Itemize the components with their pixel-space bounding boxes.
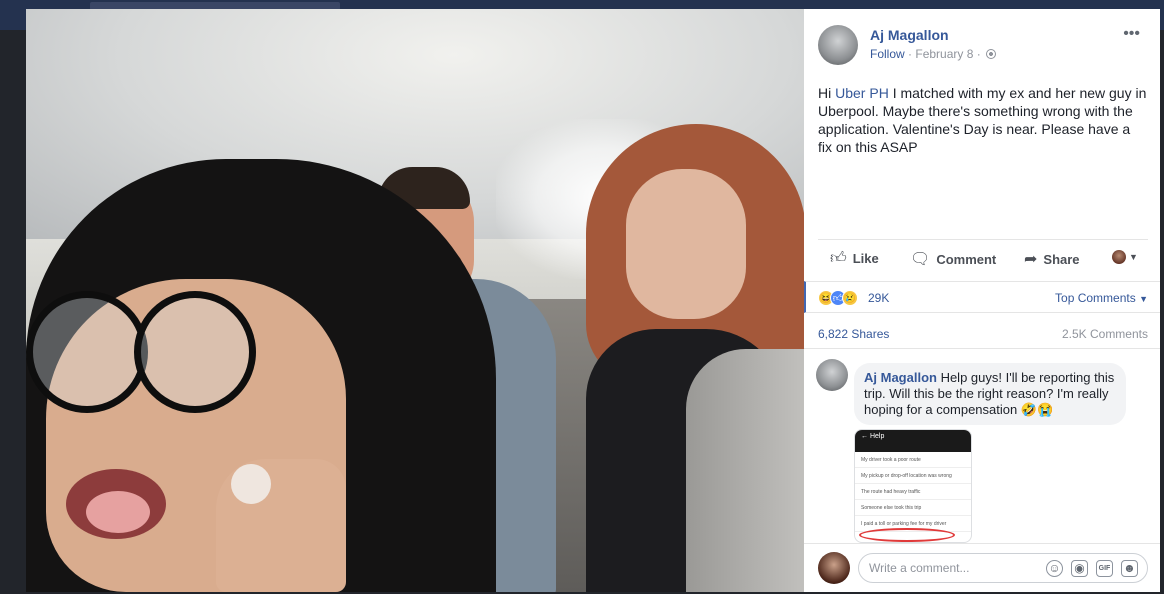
like-label: Like [852, 251, 879, 266]
reaction-count[interactable]: 29K [868, 291, 889, 305]
post-actions: 👍︎ Like 🗨︎ Comment ➦ Share ▼ [818, 239, 1148, 275]
comment-bubble: Aj Magallon Help guys! I'll be reporting… [854, 363, 1126, 425]
glasses-left-lens [26, 291, 148, 413]
comment-composer: ☺ ◉ GIF ☻ [804, 543, 1160, 592]
like-button[interactable]: 👍︎ Like [830, 249, 879, 268]
post-panel: Aj Magallon Follow · February 8 · ••• Hi… [804, 9, 1160, 592]
commenter-avatar[interactable] [816, 359, 848, 391]
comments-count[interactable]: 2.5K Comments [1062, 327, 1148, 341]
share-label: Share [1043, 251, 1080, 267]
screenshot-option: My pickup or drop-off location was wrong [855, 468, 971, 484]
post-text-prefix: Hi [818, 85, 836, 101]
reaction-icons[interactable]: 😆 👍︎ 😢 [818, 290, 858, 306]
reactions-bar: 😆 👍︎ 😢 29K Top Comments ▼ [804, 281, 1160, 313]
share-button[interactable]: ➦ Share [1024, 249, 1080, 269]
front-seat [686, 349, 804, 592]
screenshot-option: Someone else took this trip [855, 500, 971, 516]
passenger-woman-face [626, 169, 746, 319]
post-meta: Follow · February 8 · [870, 47, 997, 61]
commenter-name[interactable]: Aj Magallon [864, 370, 937, 385]
post-photo[interactable] [26, 9, 804, 592]
selfie-tongue [86, 491, 150, 533]
emoji-icon[interactable]: ☺ [1046, 560, 1063, 577]
author-name[interactable]: Aj Magallon [870, 27, 949, 43]
chevron-down-icon: ▼ [1129, 252, 1138, 262]
author-avatar[interactable] [818, 25, 858, 65]
current-user-avatar [818, 552, 850, 584]
screenshot-option: My driver took a poor route [855, 452, 971, 468]
globe-icon [986, 49, 997, 59]
screenshot-header: ← Help [855, 430, 971, 452]
shares-count[interactable]: 6,822 Shares [818, 327, 889, 341]
screenshot-option: The route had heavy traffic [855, 484, 971, 500]
post-date[interactable]: February 8 [915, 47, 973, 61]
post-text: Hi Uber PH I matched with my ex and her … [818, 84, 1148, 156]
sad-icon: 😢 [842, 290, 858, 306]
chevron-down-icon: ▼ [1139, 294, 1148, 304]
selfie-fingertip [231, 464, 271, 504]
meta-separator-2: · [973, 47, 985, 61]
post-header: Aj Magallon Follow · February 8 · ••• [818, 25, 1148, 69]
comment-label: Comment [936, 251, 997, 267]
follow-link[interactable]: Follow [870, 47, 905, 61]
composer-icons: ☺ ◉ GIF ☻ [1046, 560, 1138, 577]
red-circle-annotation [859, 528, 955, 542]
thumbs-up-icon: 👍︎ [830, 250, 847, 267]
share-arrow-icon: ➦ [1024, 251, 1038, 268]
speech-bubble-icon: 🗨︎ [910, 251, 931, 268]
comment-image-screenshot[interactable]: ← Help My driver took a poor route My pi… [854, 429, 972, 543]
sticker-icon[interactable]: ☻ [1121, 560, 1138, 577]
comment-button[interactable]: 🗨︎ Comment [910, 249, 996, 269]
gif-icon[interactable]: GIF [1096, 560, 1113, 577]
camera-icon[interactable]: ◉ [1071, 560, 1088, 577]
meta-separator: · [904, 47, 916, 61]
mention-link[interactable]: Uber PH [835, 85, 889, 101]
more-options-icon[interactable]: ••• [1123, 25, 1140, 43]
page-avatar [1112, 250, 1126, 264]
post-counts: 6,822 Shares 2.5K Comments [818, 327, 1148, 343]
top-comments-dropdown[interactable]: Top Comments ▼ [1055, 291, 1148, 305]
glasses-right-lens [134, 291, 256, 413]
top-comments-label: Top Comments [1055, 291, 1136, 305]
divider [804, 348, 1160, 349]
post-as-selector[interactable]: ▼ [1112, 250, 1138, 264]
